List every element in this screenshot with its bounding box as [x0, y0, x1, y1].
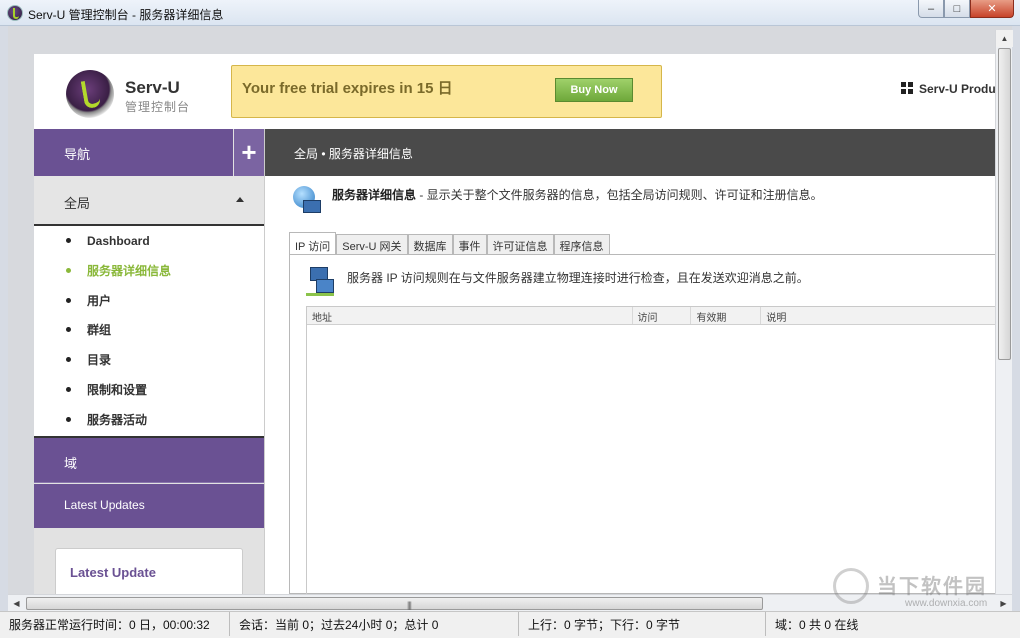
section-latest-updates[interactable]: Latest Updates — [34, 484, 264, 528]
nav-header[interactable]: 导航 — [34, 129, 233, 176]
console-page: Serv-U 管理控制台 Your free trial expires in … — [34, 54, 999, 594]
watermark-logo: 当下软件园 www.downxia.com — [833, 568, 1013, 612]
page-title: 服务器详细信息 — [332, 188, 417, 202]
maximize-button[interactable]: □ — [944, 0, 970, 18]
tab-panel-ip-access: 服务器 IP 访问规则在与文件服务器建立物理连接时进行检查，且在发送欢迎消息之前… — [289, 254, 999, 594]
sidebar-item-groups[interactable]: 群组 — [34, 321, 264, 351]
table-header: 地址 访问 有效期 说明 — [307, 307, 999, 325]
tab-ip-access[interactable]: IP 访问 — [289, 232, 337, 255]
status-sessions: 会话：当前 0；过去24小时 0；总计 0 — [230, 612, 519, 636]
monitor-icon — [303, 200, 321, 213]
status-transfer: 上行：0 字节；下行：0 字节 — [519, 612, 766, 636]
breadcrumb: 全局 • 服务器详细信息 — [265, 129, 998, 176]
sidebar-item-users[interactable]: 用户 — [34, 292, 264, 322]
page-header: Serv-U 管理控制台 Your free trial expires in … — [34, 54, 997, 129]
trial-message: Your free trial expires in 15 日 — [242, 80, 453, 97]
server-globe-icon — [289, 186, 323, 218]
logo-name: Serv-U — [125, 78, 180, 97]
ip-access-table[interactable]: 地址 访问 有效期 说明 — [306, 306, 999, 594]
column-header-description[interactable]: 说明 — [761, 307, 999, 324]
page-description-text: - 显示关于整个文件服务器的信息，包括全局访问规则、许可证和注册信息。 — [416, 188, 823, 202]
serv-u-app-icon — [7, 5, 23, 21]
section-domain[interactable]: 域 — [34, 438, 264, 483]
sidebar: 导航 + 全局 Dashboard 服务器详细信息 用户 群组 目录 限制和设置… — [34, 129, 264, 594]
network-icon — [306, 267, 336, 297]
logo-subtitle: 管理控制台 — [125, 100, 191, 114]
watermark-icon — [833, 568, 869, 604]
sidebar-item-directories[interactable]: 目录 — [34, 351, 264, 381]
tab-program-info[interactable]: 程序信息 — [553, 234, 610, 255]
grid-icon — [901, 82, 913, 94]
ip-access-description: 服务器 IP 访问规则在与文件服务器建立物理连接时进行检查，且在发送欢迎消息之前… — [347, 271, 809, 285]
tab-gateway[interactable]: Serv-U 网关 — [336, 234, 408, 255]
page-description: 服务器详细信息 - 显示关于整个文件服务器的信息，包括全局访问规则、许可证和注册… — [332, 186, 982, 203]
add-icon[interactable]: + — [234, 129, 264, 176]
status-bar: 服务器正常运行时间：0 日，00:00:32 会话：当前 0；过去24小时 0；… — [0, 611, 1020, 638]
minimize-button[interactable]: – — [918, 0, 944, 18]
window-titlebar: Serv-U 管理控制台 - 服务器详细信息 – □ ✕ — [0, 0, 1020, 26]
sidebar-item-server-details[interactable]: 服务器详细信息 — [34, 262, 264, 292]
section-global-label: 全局 — [64, 196, 91, 211]
tab-license-info[interactable]: 许可证信息 — [486, 234, 554, 255]
close-button[interactable]: ✕ — [970, 0, 1014, 18]
tab-database[interactable]: 数据库 — [407, 234, 453, 255]
latest-update-title: Latest Update — [70, 565, 156, 580]
scroll-left-icon[interactable]: ◀ — [8, 595, 25, 612]
column-header-expiry[interactable]: 有效期 — [691, 307, 762, 324]
tab-bar: IP 访问 Serv-U 网关 数据库 事件 许可证信息 程序信息 — [289, 232, 610, 255]
horizontal-scroll-thumb[interactable]: ||| — [26, 597, 763, 610]
trial-banner: Your free trial expires in 15 日 Buy Now — [231, 65, 662, 118]
watermark-url: www.downxia.com — [905, 598, 988, 609]
window-controls: – □ ✕ — [918, 0, 1014, 20]
watermark-text: 当下软件园 — [877, 576, 987, 598]
products-label: Serv-U Produ — [919, 82, 996, 96]
status-uptime: 服务器正常运行时间：0 日，00:00:32 — [0, 612, 230, 636]
latest-update-card: Latest Update — [55, 548, 243, 594]
main-content: 全局 • 服务器详细信息 服务器详细信息 - 显示关于整个文件服务器的信息，包括… — [264, 129, 999, 594]
vertical-scroll-thumb[interactable] — [998, 48, 1011, 360]
tab-events[interactable]: 事件 — [452, 234, 487, 255]
browser-client-area: Serv-U 管理控制台 Your free trial expires in … — [8, 26, 1012, 594]
vertical-scrollbar[interactable]: ▲ — [995, 30, 1013, 594]
serv-u-logo-icon — [66, 70, 114, 118]
column-header-address[interactable]: 地址 — [307, 307, 633, 324]
scroll-grip-icon: ||| — [407, 600, 412, 610]
window-title: Serv-U 管理控制台 - 服务器详细信息 — [28, 8, 224, 22]
sidebar-item-dashboard[interactable]: Dashboard — [34, 232, 264, 262]
scroll-up-icon[interactable]: ▲ — [996, 30, 1013, 47]
sidebar-item-limits-settings[interactable]: 限制和设置 — [34, 381, 264, 411]
buy-now-button[interactable]: Buy Now — [555, 78, 633, 102]
products-menu[interactable]: Serv-U Produ — [901, 82, 996, 96]
column-header-access[interactable]: 访问 — [633, 307, 692, 324]
global-submenu: Dashboard 服务器详细信息 用户 群组 目录 限制和设置 服务器活动 — [34, 226, 264, 436]
caret-up-icon — [236, 197, 244, 202]
status-domains: 域：0 共 0 在线 — [775, 618, 859, 632]
section-global[interactable]: 全局 — [34, 176, 264, 226]
